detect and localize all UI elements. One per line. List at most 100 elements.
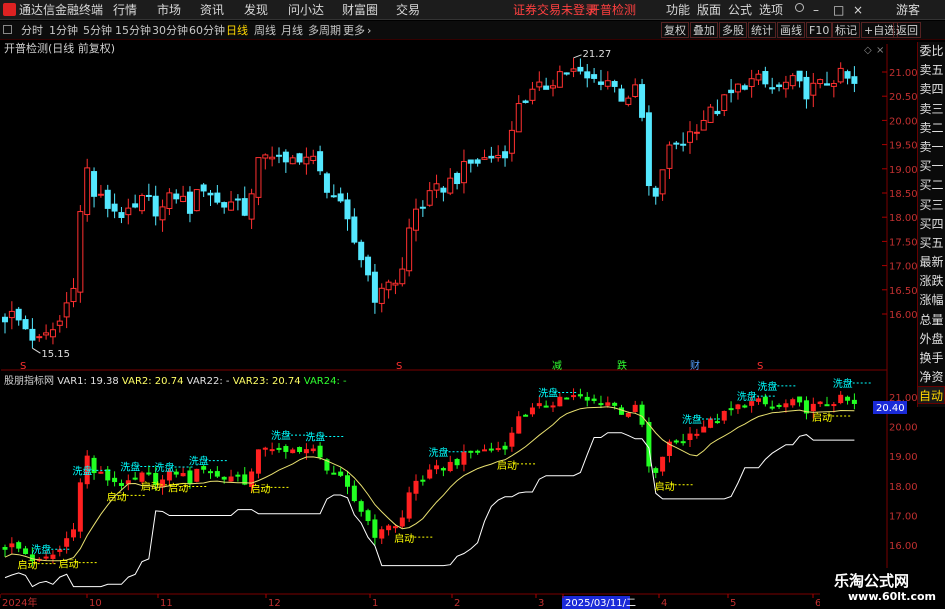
candle-body	[84, 167, 91, 216]
ind-candle-body	[338, 471, 344, 476]
menu-zixun[interactable]: 资讯	[200, 2, 224, 18]
ind-candle-body	[372, 519, 378, 538]
event-mark: S	[757, 361, 763, 372]
maximize-icon[interactable]: □	[833, 2, 844, 18]
btn-diejia[interactable]: 叠加	[690, 22, 718, 38]
candle-body	[378, 287, 385, 304]
chart-title: 开普检测(日线 前复权)	[4, 41, 115, 55]
period-multi[interactable]: 多周期	[308, 23, 341, 38]
ind-candle-body	[735, 404, 741, 410]
menu-hangqing[interactable]: 行情	[113, 2, 137, 18]
ind-candle-body	[77, 482, 83, 532]
period-month[interactable]: 月线	[281, 23, 303, 38]
period-week[interactable]: 周线	[254, 23, 276, 38]
period-more[interactable]: 更多	[343, 23, 365, 38]
ind-candle-body	[625, 412, 631, 417]
period-1min[interactable]: 1分钟	[49, 23, 78, 38]
ind-candle-body	[235, 474, 241, 477]
ind-candle-body	[577, 394, 583, 397]
ind-candle-body	[180, 473, 186, 477]
ind-candle-body	[783, 403, 789, 408]
period-15min[interactable]: 15分钟	[115, 23, 151, 38]
menu-banmian[interactable]: 版面	[697, 2, 721, 18]
btn-duogu[interactable]: 多股	[719, 22, 747, 38]
btn-biaoji[interactable]: 标记	[832, 22, 860, 38]
guest-login[interactable]: 游客	[896, 2, 920, 18]
current-value: 20.40	[876, 403, 905, 414]
period-day[interactable]: 日线	[226, 23, 248, 38]
btn-tongji[interactable]: 统计	[748, 22, 776, 38]
y-tick-label: 20.50	[889, 92, 917, 103]
ind-candle-body	[43, 556, 49, 559]
btn-fuquan[interactable]: 复权	[661, 22, 689, 38]
candle-body	[234, 198, 241, 201]
ind-candle-body	[345, 475, 350, 487]
candle-body	[207, 192, 214, 196]
ind-candle-body	[303, 449, 309, 454]
candle-body	[734, 83, 741, 93]
y-tick-label: 16.00	[889, 310, 917, 321]
quote-row-label: 买五	[919, 235, 944, 250]
candle-body	[467, 159, 474, 164]
ind-candle-body	[824, 404, 830, 407]
ind-candle-body	[112, 477, 118, 483]
candle-body	[214, 192, 221, 203]
ind-candle-body	[132, 477, 138, 480]
grid-icon[interactable]	[3, 25, 12, 34]
ind-candle-body	[639, 404, 645, 425]
candle-body	[221, 202, 228, 208]
ind-candle-body	[447, 461, 453, 472]
quote-row-label: 卖三	[919, 101, 944, 116]
candle-body	[447, 177, 454, 194]
candle-body	[673, 142, 680, 145]
ind-candle-body	[57, 549, 63, 552]
legend-var2: VAR2: 20.74	[122, 376, 187, 387]
btn-back[interactable]: 返回	[893, 22, 921, 38]
menu-wenxiaoda[interactable]: 问小达	[288, 2, 324, 18]
minimize-icon[interactable]: –	[813, 2, 819, 18]
ind-candle-body	[420, 479, 426, 482]
btn-f10[interactable]: F10	[806, 22, 833, 38]
candle-body	[77, 211, 84, 293]
period-fenshi[interactable]: 分时	[21, 23, 43, 38]
ind-candle-body	[523, 414, 529, 417]
ind-y-tick-label: 19.00	[889, 452, 917, 463]
signal-start-label: 启动	[250, 482, 270, 495]
period-60min[interactable]: 60分钟	[189, 23, 225, 38]
candle-body	[508, 129, 515, 154]
y-tick-label: 17.00	[889, 262, 917, 273]
candle-body	[104, 189, 111, 209]
ind-candle-body	[399, 517, 405, 527]
ind-candle-body	[714, 421, 720, 424]
ind-candle-body	[619, 407, 624, 415]
menu-xuanxiang[interactable]: 选项	[759, 2, 783, 18]
kline-chart-area[interactable]: 21.00 20.50 20.00 19.50 19.00 18.50 18.00 17.50…	[0, 40, 917, 609]
ind-candle-body	[810, 403, 816, 412]
period-30min[interactable]: 30分钟	[152, 23, 188, 38]
close-icon[interactable]: ×	[853, 2, 863, 18]
menu-gongshi[interactable]: 公式	[728, 2, 752, 18]
auto-button[interactable]: 自动	[917, 386, 945, 404]
candle-body	[111, 203, 118, 212]
stock-name-notice: 开普检测	[588, 3, 637, 17]
close-panel-icon: ×	[876, 45, 884, 56]
ind-candle-body	[208, 471, 213, 474]
ind-candle-body	[762, 396, 768, 405]
menu-shichang[interactable]: 市场	[157, 2, 181, 18]
login-notice[interactable]: 证券交易未登录	[513, 2, 597, 18]
candle-body	[577, 66, 584, 72]
menu-gongneng[interactable]: 功能	[666, 2, 690, 18]
legend-var22: VAR22: -	[187, 376, 233, 387]
event-mark: 财	[690, 359, 700, 372]
ind-candle-body	[550, 405, 556, 408]
menu-jiaoyi[interactable]: 交易	[396, 2, 420, 18]
search-icon[interactable]	[795, 3, 804, 12]
y-tick-label: 19.50	[889, 141, 917, 152]
candle-body	[687, 131, 693, 143]
ind-candle-body	[851, 399, 857, 404]
btn-huaxian[interactable]: 画线	[777, 22, 805, 38]
menu-caifuquan[interactable]: 财富圈	[342, 2, 378, 18]
period-5min[interactable]: 5分钟	[83, 23, 112, 38]
menu-faxian[interactable]: 发现	[244, 2, 268, 18]
chevron-right-icon[interactable]: ›	[367, 23, 371, 38]
